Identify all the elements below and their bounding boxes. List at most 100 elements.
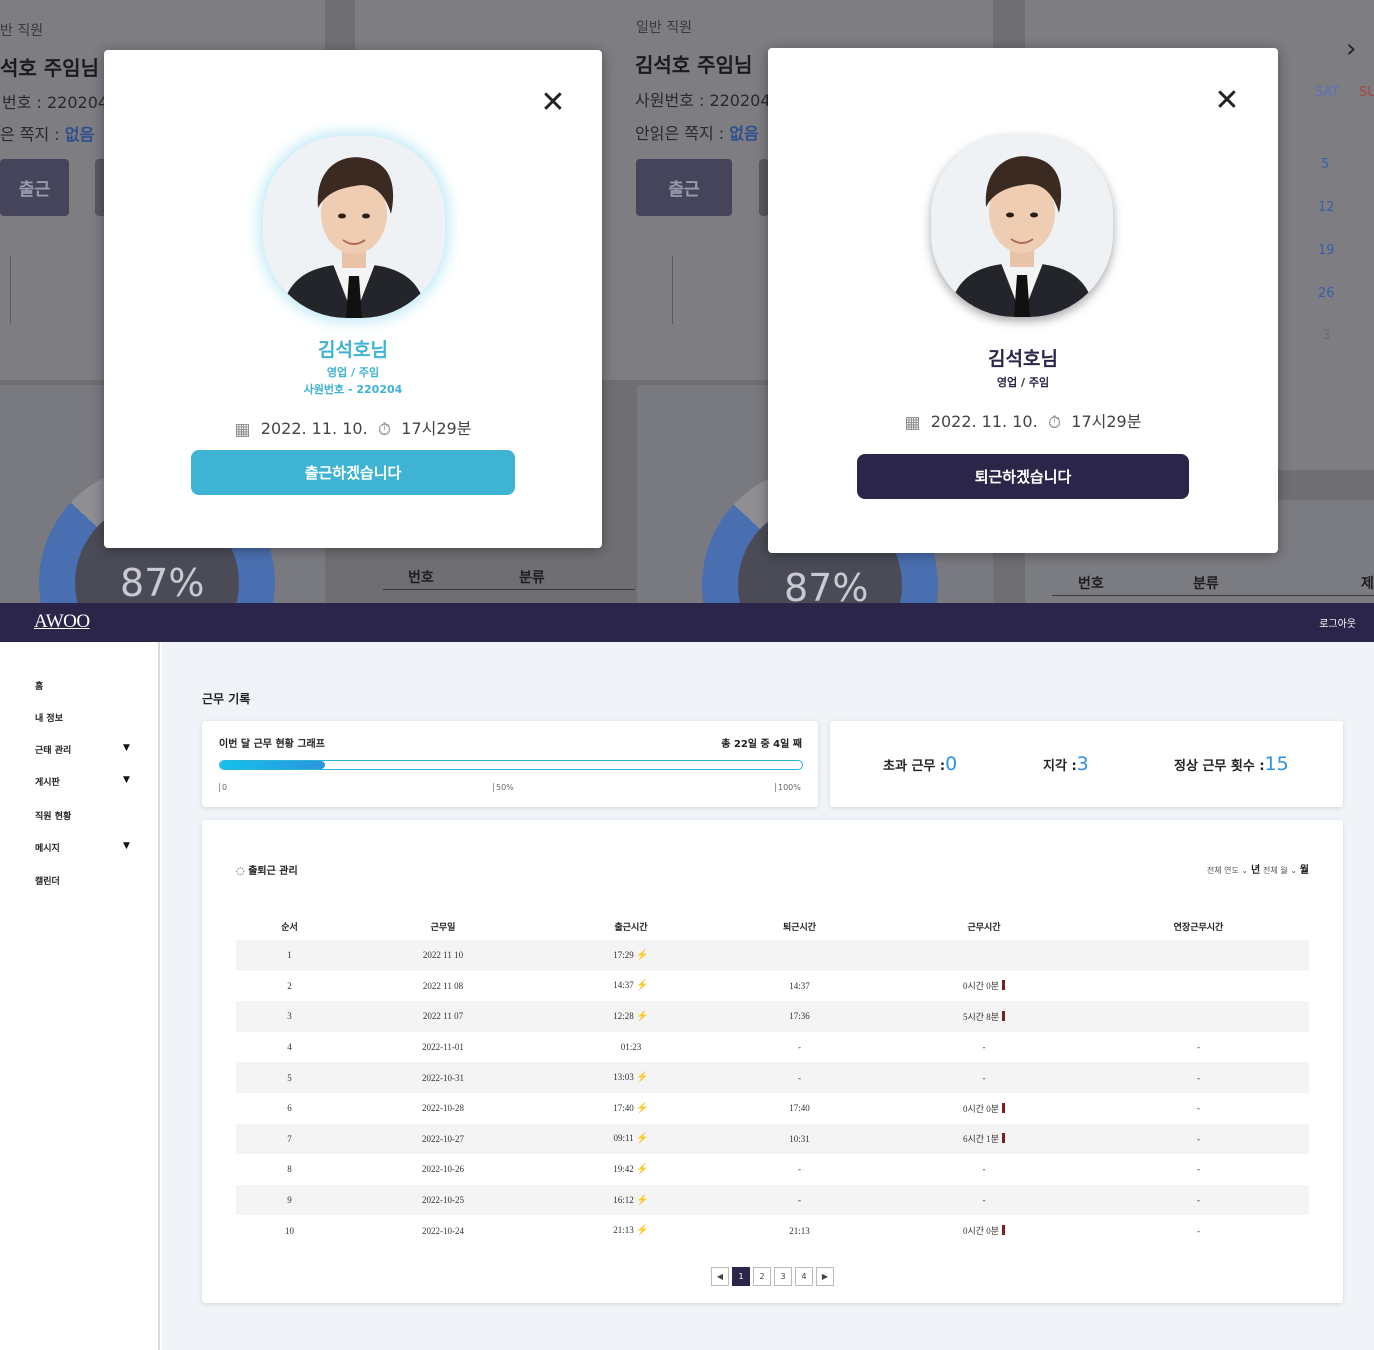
modal-dept: 영업 / 주임 [996, 376, 1050, 389]
close-icon[interactable]: ✕ [540, 88, 566, 118]
lightning-icon: ⚡ [633, 1133, 649, 1145]
sidebar-item-home[interactable]: 홈 [35, 679, 43, 692]
modal-time: 17시29분 [401, 419, 472, 438]
row-checkin: 12:28 ⚡ [543, 1001, 719, 1032]
row-checkout [719, 940, 880, 971]
page-button[interactable]: 2 [753, 1267, 771, 1286]
logout-link[interactable]: 로그아웃 [1319, 615, 1356, 630]
progress-tick: 50% [493, 783, 514, 792]
bar-icon [1002, 1133, 1006, 1144]
row-workday: 2022 11 07 [343, 1001, 543, 1032]
table-row: 3 2022 11 07 12:28 ⚡ 17:36 5시간 8분 [236, 1001, 1309, 1032]
row-order: 5 [236, 1062, 343, 1093]
stats-card: 초과 근무 :0 지각 :3 정상 근무 횟수 :15 [830, 721, 1343, 807]
row-order: 6 [287, 1103, 292, 1114]
row-overtime: - [1197, 1164, 1200, 1175]
chevron-down-icon[interactable]: ▼ [123, 775, 130, 785]
row-worktime: - [880, 1062, 1088, 1093]
sidebar-item-staff[interactable]: 직원 현황 [35, 809, 71, 822]
table-row: 1 2022 11 10 17:29 ⚡ [236, 940, 1309, 971]
checkout-confirm-button[interactable]: 퇴근하겠습니다 [857, 454, 1189, 499]
bg2-cal-day: 12 [1318, 200, 1335, 215]
month-select[interactable]: 전체 월 ⌄ [1263, 866, 1297, 875]
main-content: 근무 기록 이번 달 근무 현황 그래프 총 22일 중 4일 째 0 50% … [162, 642, 1374, 1350]
row-checkout: - [719, 1184, 880, 1216]
bar-icon [1002, 980, 1006, 991]
row-checkout: 14:37 [789, 980, 810, 991]
row-worktime: 0시간 0분 [880, 971, 1088, 1002]
page-button[interactable]: 3 [774, 1267, 792, 1286]
checkin-modal: ✕ 김석호님 영업 / 주임 사원번호 - 220204 ▦ 2022. 11.… [104, 50, 602, 548]
bar-icon [1002, 1010, 1006, 1021]
sidebar-item-message[interactable]: 메시지 [35, 841, 60, 854]
row-workday: 2022-10-24 [422, 1225, 464, 1236]
bg2-gauge-label: 87% [784, 566, 869, 603]
row-overtime: - [1088, 1184, 1309, 1216]
table-row: 5 2022-10-31 13:03 ⚡ - - - [236, 1062, 1309, 1093]
sidebar-item-my-info[interactable]: 내 정보 [35, 711, 63, 724]
sidebar: 홈 내 정보 근태 관리 ▼ 게시판 ▼ 직원 현황 메시지 ▼ 캘린더 [0, 642, 160, 1350]
row-checkout: - [798, 1164, 801, 1175]
checkout-modal: ✕ 김석호님 영업 / 주임 ▦ 2022. 11. 10. ⏱ 17시29분 … [768, 48, 1278, 553]
table-row: 7 2022-10-27 09:11 ⚡ 10:31 6시간 1분 - [236, 1123, 1309, 1155]
lightning-icon: ⚡ [633, 1010, 649, 1022]
modal-screenshots: 반 직원 석호 주임님 번호 : 220204 은 쪽지 : 없음 출근 87%… [0, 0, 1374, 603]
row-workday: 2022 11 08 [422, 980, 464, 991]
calendar-icon: ▦ [234, 420, 251, 440]
stat-overtime: 초과 근무 :0 [883, 753, 958, 775]
bg-col-num: 번호 [408, 570, 434, 586]
sidebar-item-attendance[interactable]: 근태 관리 [35, 743, 71, 756]
stat-normal: 정상 근무 횟수 :15 [1174, 753, 1289, 775]
modal-user-name: 김석호님 [318, 339, 388, 361]
row-checkout: 10:31 [719, 1123, 880, 1155]
col-workday: 근무일 [430, 922, 456, 933]
bg2-divider [672, 256, 673, 324]
col-overtime: 연장근무시간 [1173, 922, 1224, 933]
page-button[interactable]: 4 [795, 1267, 813, 1286]
progress-title: 이번 달 근무 현황 그래프 [219, 739, 325, 750]
bg2-emp-no: 사원번호 : 220204 [635, 91, 771, 110]
close-icon[interactable]: ✕ [1214, 86, 1240, 116]
top-navbar: AWOO 로그아웃 [0, 603, 1374, 642]
col-worktime: 근무시간 [967, 922, 1001, 933]
year-select[interactable]: 전체 연도 ⌄ [1207, 866, 1248, 875]
progress-card: 이번 달 근무 현황 그래프 총 22일 중 4일 째 0 50% 100% [202, 721, 818, 807]
row-overtime [1088, 971, 1309, 1002]
month-unit: 월 [1299, 865, 1309, 876]
next-page-button[interactable]: ▶ [816, 1267, 834, 1286]
progress-tick: 100% [775, 783, 801, 792]
lightning-icon: ⚡ [633, 1072, 649, 1084]
bg-table-line [383, 589, 635, 590]
modal-emp-no: 사원번호 - 220204 [303, 383, 403, 396]
bg2-cal-day: 5 [1321, 157, 1330, 172]
col-checkout: 퇴근시간 [782, 922, 817, 933]
row-checkin: 17:29 ⚡ [543, 940, 719, 971]
prev-page-button[interactable]: ◀ [711, 1267, 729, 1286]
bg2-cal-day: 19 [1318, 243, 1335, 258]
chevron-down-icon[interactable]: ▼ [123, 841, 130, 851]
stat-late: 지각 :3 [1043, 753, 1089, 775]
checkin-confirm-button[interactable]: 출근하겠습니다 [191, 450, 515, 495]
row-checkout: 21:13 [789, 1225, 810, 1236]
chevron-down-icon[interactable]: ▼ [123, 743, 130, 753]
page-button[interactable]: 1 [732, 1267, 750, 1286]
bg2-table-line [1052, 595, 1374, 596]
bar-icon [1002, 1225, 1006, 1236]
year-unit: 년 [1250, 865, 1261, 876]
row-checkin: 09:11 ⚡ [543, 1123, 719, 1155]
row-order: 4 [287, 1042, 292, 1053]
row-workday: 2022-10-28 [422, 1103, 464, 1114]
lightning-icon: ⚡ [633, 1102, 649, 1114]
row-checkin: 13:03 ⚡ [543, 1062, 719, 1093]
table-row: 6 2022-10-28 17:40 ⚡ 17:40 0시간 0분 - [236, 1093, 1309, 1124]
sidebar-item-calendar[interactable]: 캘린더 [35, 874, 60, 887]
row-worktime: 6시간 1분 [880, 1123, 1088, 1155]
row-workday: 2022-10-25 [343, 1184, 543, 1216]
bg-unread: 은 쪽지 : 없음 [0, 125, 95, 144]
app-logo[interactable]: AWOO [34, 611, 90, 633]
sidebar-item-board[interactable]: 게시판 [35, 775, 60, 788]
row-worktime: 5시간 8분 [880, 1001, 1088, 1032]
row-workday: 2022 11 10 [343, 940, 543, 971]
stopwatch-icon: ⏱ [377, 420, 392, 440]
row-order: 8 [287, 1164, 292, 1175]
